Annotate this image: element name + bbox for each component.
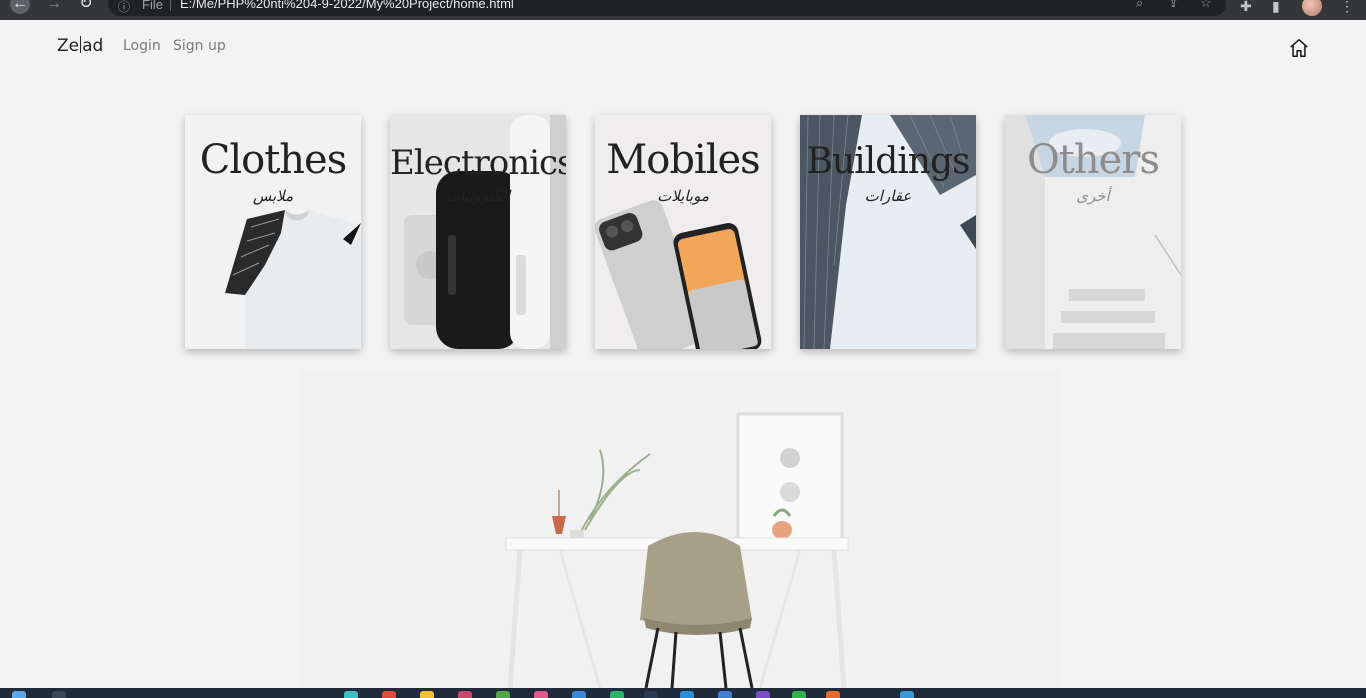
category-subtitle-arabic: إلكترونيات	[445, 187, 511, 205]
taskbar-app-icon[interactable]	[382, 691, 396, 698]
taskbar-app-icon[interactable]	[496, 691, 510, 698]
taskbar-app-icon[interactable]	[680, 691, 694, 698]
share-icon[interactable]: ⇪	[1168, 0, 1179, 11]
category-card-clothes[interactable]: Clothes ملابس	[185, 115, 361, 349]
taskbar-app-icon[interactable]	[826, 691, 840, 698]
category-subtitle-arabic: ملابس	[252, 187, 294, 205]
home-icon[interactable]	[1288, 37, 1310, 59]
extensions-icon[interactable]: ✚	[1240, 0, 1252, 15]
url-text[interactable]: E:/Me/PHP%20nti%204-9-2022/My%20Project/…	[180, 0, 514, 11]
brand-part-1: Ze	[57, 36, 80, 56]
category-card-electronics[interactable]: Electronics إلكترونيات	[390, 115, 566, 349]
taskbar-app-icon[interactable]	[534, 691, 548, 698]
forward-arrow-icon[interactable]: →	[44, 0, 64, 14]
desk-background-image	[0, 370, 1366, 688]
taskbar-app-icon[interactable]	[572, 691, 586, 698]
brand-cursor-bar	[80, 36, 82, 53]
taskbar-app-icon[interactable]	[610, 691, 624, 698]
category-title: Clothes	[199, 137, 348, 183]
taskbar-app-icon[interactable]	[756, 691, 770, 698]
category-subtitle-arabic: عقارات	[864, 187, 912, 205]
taskbar-app-icon[interactable]	[792, 691, 806, 698]
taskbar-app-icon[interactable]	[718, 691, 732, 698]
category-card-others[interactable]: Others أخرى	[1005, 115, 1181, 349]
category-card-buildings[interactable]: Buildings عقارات	[800, 115, 976, 349]
bookmark-star-icon[interactable]: ☆	[1200, 0, 1212, 11]
category-title: Buildings	[806, 141, 971, 182]
category-title: Mobiles	[606, 137, 760, 183]
category-subtitle-arabic: موبايلات	[657, 187, 709, 205]
search-icon[interactable]: ⌕	[1136, 0, 1143, 11]
taskbar-app-icon[interactable]	[900, 691, 914, 698]
address-bar[interactable]: ⓘ File E:/Me/PHP%20nti%204-9-2022/My%20P…	[108, 0, 1226, 16]
brand-logo[interactable]: Ze ad	[57, 36, 103, 56]
category-title: Others	[1027, 137, 1160, 183]
taskbar-app-icon[interactable]	[344, 691, 358, 698]
sidepanel-icon[interactable]: ▮	[1272, 0, 1280, 15]
taskbar-app-icon[interactable]	[420, 691, 434, 698]
browser-toolbar: ← → ↻ ⓘ File E:/Me/PHP%20nti%204-9-2022/…	[0, 0, 1366, 20]
back-arrow-icon[interactable]: ←	[10, 0, 30, 14]
taskbar-app-icon[interactable]	[458, 691, 472, 698]
menu-kebab-icon[interactable]: ⋮	[1340, 0, 1354, 15]
category-subtitle-arabic: أخرى	[1076, 187, 1110, 205]
os-taskbar	[0, 688, 1366, 698]
protocol-label: File	[142, 0, 163, 12]
login-link[interactable]: Login	[123, 38, 161, 54]
search-icon[interactable]	[52, 691, 66, 698]
windows-start-icon[interactable]	[12, 691, 26, 698]
reload-icon[interactable]: ↻	[76, 0, 96, 14]
taskbar-app-icon[interactable]	[644, 691, 658, 698]
info-icon[interactable]: ⓘ	[118, 0, 130, 15]
brand-part-2: ad	[82, 36, 104, 56]
category-title: Electronics	[390, 143, 566, 183]
signup-link[interactable]: Sign up	[173, 38, 226, 54]
category-card-mobiles[interactable]: Mobiles موبايلات	[595, 115, 771, 349]
profile-avatar[interactable]	[1302, 0, 1322, 16]
address-separator	[170, 0, 171, 11]
